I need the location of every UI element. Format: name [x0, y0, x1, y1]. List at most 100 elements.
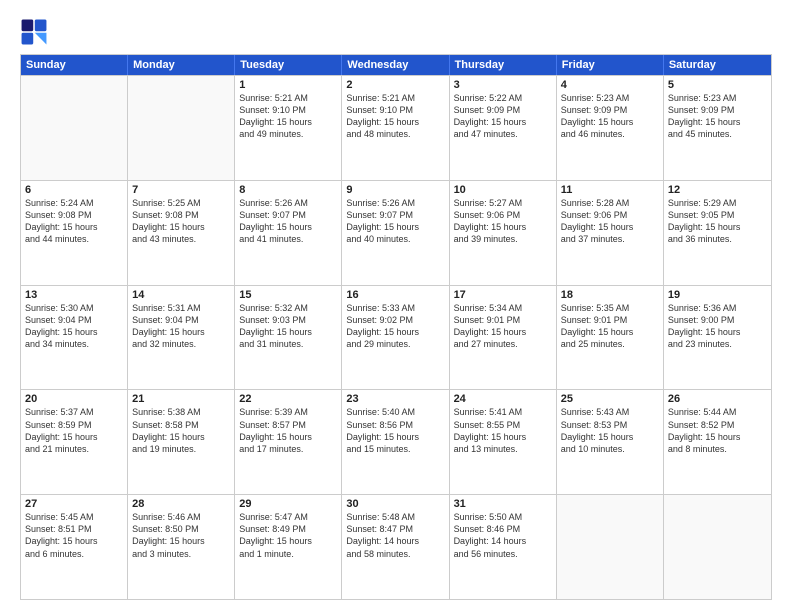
cell-line: Sunrise: 5:26 AM [346, 197, 444, 209]
calendar-cell: 5Sunrise: 5:23 AMSunset: 9:09 PMDaylight… [664, 76, 771, 180]
calendar-cell: 19Sunrise: 5:36 AMSunset: 9:00 PMDayligh… [664, 286, 771, 390]
cell-line: and 44 minutes. [25, 233, 123, 245]
day-number: 29 [239, 498, 337, 510]
cell-line: Sunset: 8:47 PM [346, 523, 444, 535]
day-number: 7 [132, 184, 230, 196]
cell-line: and 23 minutes. [668, 338, 767, 350]
cell-line: Sunset: 8:46 PM [454, 523, 552, 535]
cell-line: Sunrise: 5:35 AM [561, 302, 659, 314]
cell-line: Daylight: 15 hours [239, 431, 337, 443]
day-number: 26 [668, 393, 767, 405]
cell-line: Daylight: 15 hours [25, 535, 123, 547]
cell-line: Daylight: 15 hours [454, 221, 552, 233]
cell-line: Sunrise: 5:22 AM [454, 92, 552, 104]
cell-line: Sunrise: 5:50 AM [454, 511, 552, 523]
cell-line: Sunrise: 5:21 AM [239, 92, 337, 104]
cell-line: Sunrise: 5:46 AM [132, 511, 230, 523]
day-number: 3 [454, 79, 552, 91]
cell-line: Sunset: 9:10 PM [346, 104, 444, 116]
day-number: 17 [454, 289, 552, 301]
cell-line: Daylight: 15 hours [132, 221, 230, 233]
cell-line: Daylight: 15 hours [132, 535, 230, 547]
cell-line: Sunrise: 5:28 AM [561, 197, 659, 209]
calendar-cell [128, 76, 235, 180]
cell-line: Daylight: 15 hours [346, 221, 444, 233]
cell-line: Sunset: 8:51 PM [25, 523, 123, 535]
cell-line: Sunrise: 5:31 AM [132, 302, 230, 314]
cell-line: Daylight: 15 hours [132, 431, 230, 443]
calendar-row: 1Sunrise: 5:21 AMSunset: 9:10 PMDaylight… [21, 75, 771, 180]
calendar-cell: 17Sunrise: 5:34 AMSunset: 9:01 PMDayligh… [450, 286, 557, 390]
cell-line: Sunset: 8:55 PM [454, 419, 552, 431]
calendar-cell: 15Sunrise: 5:32 AMSunset: 9:03 PMDayligh… [235, 286, 342, 390]
cell-line: Daylight: 15 hours [239, 221, 337, 233]
cell-line: Daylight: 15 hours [668, 431, 767, 443]
cell-line: Sunset: 9:07 PM [346, 209, 444, 221]
cell-line: Daylight: 15 hours [561, 116, 659, 128]
cell-line: Sunset: 9:06 PM [561, 209, 659, 221]
cell-line: and 17 minutes. [239, 443, 337, 455]
cell-line: Sunrise: 5:26 AM [239, 197, 337, 209]
cell-line: Sunrise: 5:39 AM [239, 406, 337, 418]
cell-line: and 21 minutes. [25, 443, 123, 455]
calendar-row: 27Sunrise: 5:45 AMSunset: 8:51 PMDayligh… [21, 494, 771, 599]
cell-line: Sunrise: 5:48 AM [346, 511, 444, 523]
day-number: 28 [132, 498, 230, 510]
cell-line: Daylight: 14 hours [346, 535, 444, 547]
cell-line: and 1 minute. [239, 548, 337, 560]
cell-line: Sunset: 9:08 PM [132, 209, 230, 221]
cell-line: Sunset: 9:00 PM [668, 314, 767, 326]
day-number: 20 [25, 393, 123, 405]
cell-line: and 43 minutes. [132, 233, 230, 245]
day-number: 6 [25, 184, 123, 196]
calendar-cell: 21Sunrise: 5:38 AMSunset: 8:58 PMDayligh… [128, 390, 235, 494]
cell-line: Sunset: 9:03 PM [239, 314, 337, 326]
cell-line: Daylight: 15 hours [454, 116, 552, 128]
cell-line: Sunrise: 5:43 AM [561, 406, 659, 418]
cell-line: Sunset: 8:56 PM [346, 419, 444, 431]
calendar-cell: 6Sunrise: 5:24 AMSunset: 9:08 PMDaylight… [21, 181, 128, 285]
cell-line: and 56 minutes. [454, 548, 552, 560]
cell-line: and 25 minutes. [561, 338, 659, 350]
day-number: 13 [25, 289, 123, 301]
cell-line: Sunrise: 5:29 AM [668, 197, 767, 209]
day-number: 14 [132, 289, 230, 301]
cell-line: Sunrise: 5:23 AM [668, 92, 767, 104]
day-number: 25 [561, 393, 659, 405]
cell-line: Daylight: 15 hours [454, 326, 552, 338]
cell-line: Daylight: 15 hours [239, 116, 337, 128]
day-number: 24 [454, 393, 552, 405]
calendar-cell: 30Sunrise: 5:48 AMSunset: 8:47 PMDayligh… [342, 495, 449, 599]
calendar-cell: 29Sunrise: 5:47 AMSunset: 8:49 PMDayligh… [235, 495, 342, 599]
cell-line: Daylight: 14 hours [454, 535, 552, 547]
cell-line: Sunrise: 5:45 AM [25, 511, 123, 523]
calendar-cell: 23Sunrise: 5:40 AMSunset: 8:56 PMDayligh… [342, 390, 449, 494]
day-number: 2 [346, 79, 444, 91]
cell-line: Sunrise: 5:44 AM [668, 406, 767, 418]
weekday-header: Thursday [450, 55, 557, 75]
weekday-header: Tuesday [235, 55, 342, 75]
cell-line: Sunset: 8:53 PM [561, 419, 659, 431]
calendar-row: 6Sunrise: 5:24 AMSunset: 9:08 PMDaylight… [21, 180, 771, 285]
calendar-cell [557, 495, 664, 599]
calendar-cell: 27Sunrise: 5:45 AMSunset: 8:51 PMDayligh… [21, 495, 128, 599]
cell-line: Sunrise: 5:27 AM [454, 197, 552, 209]
cell-line: Sunset: 8:59 PM [25, 419, 123, 431]
cell-line: and 3 minutes. [132, 548, 230, 560]
cell-line: and 39 minutes. [454, 233, 552, 245]
header [20, 18, 772, 46]
cell-line: and 6 minutes. [25, 548, 123, 560]
cell-line: and 19 minutes. [132, 443, 230, 455]
cell-line: Daylight: 15 hours [346, 326, 444, 338]
weekday-header: Friday [557, 55, 664, 75]
cell-line: Sunrise: 5:40 AM [346, 406, 444, 418]
day-number: 16 [346, 289, 444, 301]
calendar-row: 20Sunrise: 5:37 AMSunset: 8:59 PMDayligh… [21, 389, 771, 494]
cell-line: and 45 minutes. [668, 128, 767, 140]
cell-line: Sunset: 9:02 PM [346, 314, 444, 326]
calendar-body: 1Sunrise: 5:21 AMSunset: 9:10 PMDaylight… [21, 75, 771, 599]
day-number: 15 [239, 289, 337, 301]
day-number: 19 [668, 289, 767, 301]
cell-line: Sunrise: 5:24 AM [25, 197, 123, 209]
cell-line: and 15 minutes. [346, 443, 444, 455]
